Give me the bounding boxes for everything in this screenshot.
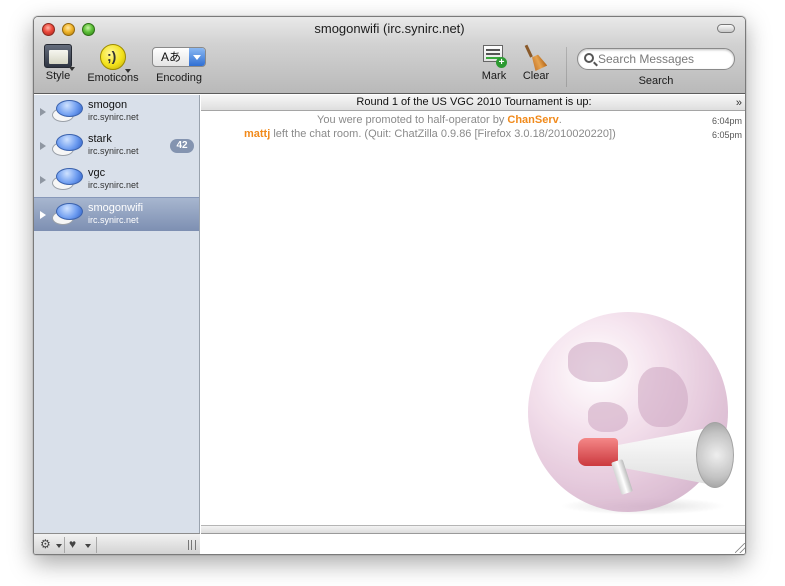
encoding-value: Aあ bbox=[160, 50, 181, 64]
broom-icon bbox=[524, 44, 548, 70]
style-icon bbox=[44, 44, 75, 71]
chat-transcript[interactable]: You were promoted to half-operator by Ch… bbox=[201, 112, 745, 524]
message-row: mattj left the chat room. (Quit: ChatZil… bbox=[244, 128, 616, 140]
chat-bubble-icon bbox=[52, 203, 84, 225]
toolbar-toggle-button[interactable] bbox=[717, 24, 735, 33]
encoding-button[interactable]: Aあ Encoding bbox=[150, 44, 208, 84]
mark-button[interactable]: + Mark bbox=[478, 44, 510, 82]
channel-topic: Round 1 of the US VGC 2010 Tournament is… bbox=[356, 96, 592, 108]
gear-icon[interactable]: ⚙ bbox=[40, 537, 62, 553]
toolbar-separator bbox=[566, 47, 567, 87]
chat-item-vgc[interactable]: vgc irc.synirc.net bbox=[34, 163, 199, 197]
disclosure-triangle-icon[interactable] bbox=[40, 108, 46, 116]
nick[interactable]: mattj bbox=[244, 128, 270, 140]
sidebar-footer: ⚙ ♥ bbox=[34, 533, 200, 554]
divider bbox=[64, 537, 65, 553]
clear-button[interactable]: Clear bbox=[520, 44, 552, 82]
disclosure-triangle-icon[interactable] bbox=[40, 142, 46, 150]
mark-label: Mark bbox=[481, 70, 507, 82]
unread-count-badge: 42 bbox=[170, 139, 194, 153]
divider bbox=[96, 537, 97, 553]
chat-list-sidebar: smogon irc.synirc.net stark irc.synirc.n… bbox=[34, 95, 200, 554]
nick[interactable]: ChanServ bbox=[507, 114, 558, 126]
style-label: Style bbox=[45, 70, 71, 82]
disclosure-triangle-icon[interactable] bbox=[40, 211, 46, 219]
style-button[interactable]: Style bbox=[40, 44, 76, 82]
chat-server: irc.synirc.net bbox=[88, 112, 139, 122]
chat-item-smogon[interactable]: smogon irc.synirc.net bbox=[34, 95, 199, 129]
timestamp: 6:05pm bbox=[711, 130, 742, 140]
message-input-area[interactable] bbox=[201, 533, 745, 554]
split-view-divider[interactable] bbox=[201, 525, 745, 533]
chat-area: Round 1 of the US VGC 2010 Tournament is… bbox=[201, 95, 745, 554]
chat-server: irc.synirc.net bbox=[88, 146, 139, 156]
emoticons-label: Emoticons bbox=[87, 72, 139, 84]
chevron-down-icon bbox=[189, 48, 205, 66]
message-text: You were promoted to half-operator by bbox=[317, 114, 508, 126]
chat-name: smogon bbox=[88, 99, 128, 111]
chat-bubble-icon bbox=[52, 134, 84, 156]
emoticon-icon: ;) bbox=[100, 44, 131, 73]
encoding-label: Encoding bbox=[156, 72, 202, 84]
chat-bubble-icon bbox=[52, 100, 84, 122]
sidebar-resize-handle[interactable] bbox=[188, 540, 196, 550]
chat-name: vgc bbox=[88, 167, 106, 179]
clear-label: Clear bbox=[522, 70, 550, 82]
topic-bar[interactable]: Round 1 of the US VGC 2010 Tournament is… bbox=[201, 95, 745, 111]
chat-name: smogonwifi bbox=[88, 202, 144, 214]
message-row: You were promoted to half-operator by Ch… bbox=[317, 114, 562, 126]
chat-item-smogonwifi[interactable]: smogonwifi irc.synirc.net bbox=[34, 197, 199, 231]
chat-window: smogonwifi (irc.synirc.net) Style ;) Emo… bbox=[33, 16, 746, 555]
encoding-popup[interactable]: Aあ bbox=[152, 47, 206, 67]
search-icon bbox=[584, 53, 594, 63]
timestamp: 6:04pm bbox=[711, 116, 742, 126]
chat-bubble-icon bbox=[52, 168, 84, 190]
chat-server: irc.synirc.net bbox=[88, 215, 139, 225]
search-input[interactable] bbox=[598, 51, 728, 67]
mark-icon: + bbox=[481, 44, 507, 68]
window-title: smogonwifi (irc.synirc.net) bbox=[314, 21, 465, 36]
chat-item-stark[interactable]: stark irc.synirc.net 42 bbox=[34, 129, 199, 163]
chat-server: irc.synirc.net bbox=[88, 180, 139, 190]
chevron-down-icon[interactable]: » bbox=[736, 96, 742, 111]
chat-name: stark bbox=[88, 133, 112, 145]
search-field[interactable] bbox=[577, 48, 735, 70]
message-text: . bbox=[558, 114, 562, 126]
message-input[interactable] bbox=[205, 536, 725, 553]
heart-icon[interactable]: ♥ bbox=[69, 537, 91, 553]
search-label: Search bbox=[638, 75, 674, 87]
message-text: left the chat room. (Quit: ChatZilla 0.9… bbox=[270, 128, 616, 140]
emoticons-button[interactable]: ;) Emoticons bbox=[82, 44, 144, 84]
disclosure-triangle-icon[interactable] bbox=[40, 176, 46, 184]
globe-megaphone-icon bbox=[528, 312, 738, 517]
window-resize-grip[interactable] bbox=[735, 543, 745, 553]
unified-toolbar: smogonwifi (irc.synirc.net) Style ;) Emo… bbox=[34, 17, 745, 94]
